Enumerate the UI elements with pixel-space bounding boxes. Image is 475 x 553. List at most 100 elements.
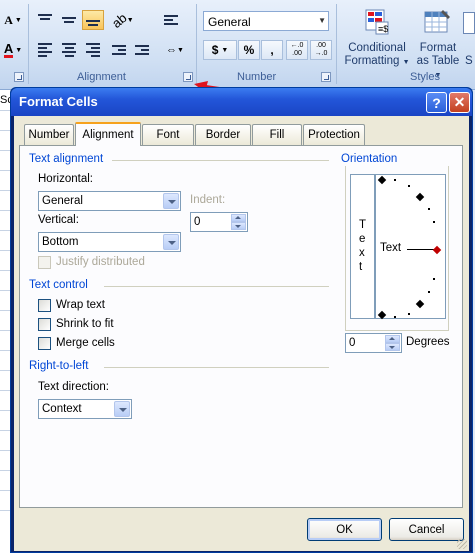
decrease-decimal-icon: .00 →.0	[314, 42, 328, 57]
dial-marker-icon	[415, 192, 425, 202]
format-as-table-button[interactable]: Format as Table ▼	[413, 4, 463, 79]
dial-text: Text	[380, 242, 402, 254]
vertical-text-letter: e	[359, 233, 366, 245]
chevron-down-icon	[114, 401, 130, 417]
align-center-icon	[62, 43, 76, 57]
ok-button[interactable]: OK	[307, 518, 382, 541]
close-icon: ✕	[453, 94, 466, 110]
chevron-down-icon: ▼	[14, 16, 22, 24]
cancel-button[interactable]: Cancel	[389, 518, 464, 541]
vertical-text-box[interactable]: T e x t	[350, 174, 375, 319]
dialog-body: Number Alignment Font Border Fill Protec…	[14, 116, 469, 551]
number-format-dropdown[interactable]: General ▼	[203, 11, 329, 31]
indent-spinner[interactable]: 0	[190, 212, 248, 232]
decrease-decimal-button[interactable]: .00 →.0	[310, 40, 332, 60]
close-button[interactable]: ✕	[449, 92, 470, 113]
align-middle-button[interactable]	[58, 10, 80, 30]
dialog-titlebar[interactable]: Format Cells ? ✕	[11, 88, 472, 116]
vertical-value: Bottom	[42, 236, 79, 248]
wrap-text-checkbox[interactable]	[38, 299, 51, 312]
justify-distributed-checkbox[interactable]	[38, 256, 51, 269]
tab-font[interactable]: Font	[142, 124, 194, 145]
number-format-value: General	[208, 15, 251, 29]
alignment-group-label: Alignment	[77, 71, 126, 83]
group-divider	[196, 4, 197, 84]
dial-tick-icon	[408, 313, 410, 315]
name-box-cut: Sc	[0, 94, 10, 106]
indent-value: 0	[194, 216, 201, 228]
chevron-down-icon: ▼	[15, 46, 23, 54]
tab-alignment[interactable]: Alignment	[75, 122, 141, 146]
percent-button[interactable]: %	[238, 40, 260, 60]
font-color-icon: A	[3, 40, 14, 58]
comma-button[interactable]: ,	[261, 40, 283, 60]
help-icon: ?	[432, 94, 441, 111]
currency-icon: $	[211, 43, 219, 57]
chevron-down-icon	[163, 193, 179, 209]
decrease-indent-button[interactable]	[108, 40, 130, 60]
increase-indent-icon	[135, 45, 149, 55]
align-right-icon	[86, 43, 100, 57]
justify-distributed-label: Justify distributed	[56, 256, 145, 268]
orientation-dial[interactable]: Text	[375, 174, 446, 320]
text-direction-select[interactable]: Context	[38, 399, 132, 419]
vertical-text-letter: T	[359, 219, 367, 231]
dial-tick-icon	[433, 278, 435, 280]
percent-icon: %	[243, 43, 255, 57]
currency-button[interactable]: $ ▼	[203, 40, 237, 60]
orientation-button[interactable]: ab ▼	[108, 10, 138, 31]
font-group-launcher-icon[interactable]	[14, 72, 24, 82]
tab-border[interactable]: Border	[195, 124, 251, 145]
format-table-icon	[423, 8, 451, 36]
merge-cells-checkbox[interactable]	[38, 337, 51, 350]
right-to-left-heading: Right-to-left	[29, 360, 89, 372]
font-size-button[interactable]: A ▼	[0, 10, 26, 30]
dial-tick-icon	[394, 179, 396, 181]
text-direction-value: Context	[42, 403, 82, 415]
increase-indent-button[interactable]	[131, 40, 153, 60]
degrees-spinner[interactable]: 0	[345, 333, 402, 353]
tab-number[interactable]: Number	[24, 124, 74, 145]
align-top-button[interactable]	[34, 10, 56, 30]
orientation-heading: Orientation	[341, 153, 398, 165]
shrink-to-fit-label: Shrink to fit	[56, 318, 114, 330]
tab-protection[interactable]: Protection	[303, 124, 365, 145]
align-center-button[interactable]	[58, 40, 80, 60]
divider	[104, 286, 329, 287]
dial-marker-icon	[415, 299, 425, 309]
vertical-select[interactable]: Bottom	[38, 232, 181, 252]
text-control-heading: Text control	[29, 279, 88, 291]
group-divider	[28, 4, 29, 84]
spinner-arrows-icon	[231, 214, 246, 230]
decrease-indent-icon	[112, 45, 126, 55]
align-right-button[interactable]	[82, 40, 104, 60]
dial-tick-icon	[408, 185, 410, 187]
shrink-to-fit-checkbox[interactable]	[38, 318, 51, 331]
increase-decimal-button[interactable]: ←.0 .00	[286, 40, 308, 60]
dialog-title: Format Cells	[19, 94, 98, 109]
wrap-text-button[interactable]	[160, 10, 182, 30]
text-direction-label: Text direction:	[38, 381, 109, 393]
degrees-value: 0	[349, 337, 356, 349]
dial-marker-icon	[377, 310, 387, 320]
vertical-label: Vertical:	[38, 214, 79, 226]
horizontal-select[interactable]: General	[38, 191, 181, 211]
wrap-text-icon	[164, 15, 178, 25]
help-button[interactable]: ?	[426, 92, 447, 113]
dial-needle	[407, 249, 435, 250]
dial-tick-icon	[428, 291, 430, 293]
resize-grip-icon[interactable]	[457, 539, 467, 549]
cell-styles-button[interactable]: S	[463, 4, 475, 68]
number-group-launcher-icon[interactable]	[321, 72, 331, 82]
chevron-down-icon	[163, 234, 179, 250]
conditional-formatting-label: Conditional Formatting ▼	[344, 42, 410, 67]
svg-text:≡$: ≡$	[378, 24, 388, 34]
merge-center-button[interactable]: ⇔ ▼	[160, 40, 190, 60]
font-color-button[interactable]: A ▼	[0, 40, 26, 60]
vertical-text-letter: x	[359, 247, 365, 259]
align-left-button[interactable]	[34, 40, 56, 60]
tab-fill[interactable]: Fill	[252, 124, 302, 145]
conditional-formatting-button[interactable]: ≡$ Conditional Formatting ▼	[342, 4, 412, 68]
cell-styles-icon	[463, 12, 475, 34]
align-bottom-button[interactable]	[82, 10, 104, 30]
